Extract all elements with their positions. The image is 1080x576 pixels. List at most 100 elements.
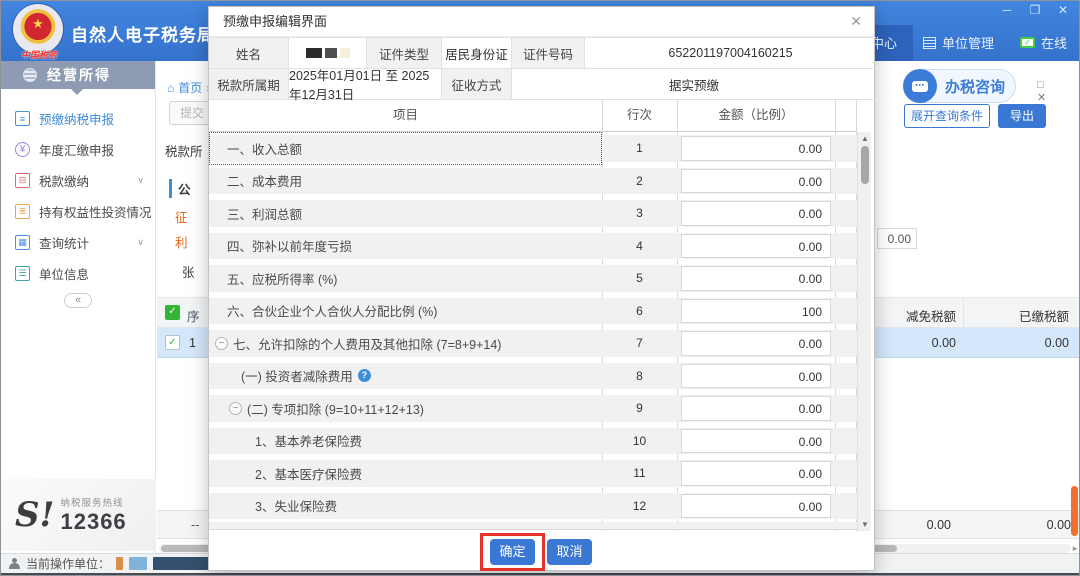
table-row: 五、应税所得率 (%) 5 0.00 xyxy=(209,262,857,295)
amount-input[interactable]: 0.00 xyxy=(681,494,831,519)
redacted-block xyxy=(129,557,147,570)
pane-window-controls[interactable]: □ ✕ xyxy=(1037,79,1080,104)
line-number: 6 xyxy=(602,295,677,328)
cert-no-label: 证件号码 xyxy=(512,38,585,69)
sidebar-menu: ≡ 预缴纳税申报 ¥ 年度汇缴申报 ⊟ 税款缴纳 ∨ ≣ 持有权益性投资情况 ▦… xyxy=(1,103,156,289)
amount-input[interactable]: 0.00 xyxy=(681,266,831,291)
sidebar-item-link[interactable]: ¥ 年度汇缴申报 xyxy=(1,134,156,165)
name-label: 姓名 xyxy=(209,38,289,69)
sidebar-item-link[interactable]: ▦ 查询统计 ∨ xyxy=(1,227,156,258)
scroll-down-icon[interactable]: ▼ xyxy=(858,520,872,529)
row-reduction-value: 0.00 xyxy=(876,336,956,350)
item-label: (二) 专项扣除 (9=10+11+12+13) xyxy=(247,399,424,418)
hotline-number: 12366 xyxy=(60,509,126,535)
period-label: 税款所属期 xyxy=(209,69,289,100)
dialog-form: 姓名 证件类型 居民身份证 证件号码 652201197004160215 税款… xyxy=(209,37,876,99)
hotline-caption: 纳税服务热线 xyxy=(60,495,126,509)
amount-input[interactable]: 0.00 xyxy=(681,169,831,194)
sidebar-section-header: 经营所得 xyxy=(1,61,155,89)
scroll-thumb[interactable] xyxy=(861,146,869,184)
amount-input[interactable]: 0.00 xyxy=(681,429,831,454)
item-cell: 二、成本费用 xyxy=(209,165,602,198)
export-button[interactable]: 导出 xyxy=(998,104,1046,128)
item-label: 六、合伙企业个人合伙人分配比例 (%) xyxy=(227,301,437,320)
table-row: 四、弥补以前年度亏损 4 0.00 xyxy=(209,230,857,263)
amount-input[interactable]: 0.00 xyxy=(681,331,831,356)
partial-row xyxy=(209,522,857,530)
item-label: 二、成本费用 xyxy=(227,171,302,190)
sidebar: 经营所得 ≡ 预缴纳税申报 ¥ 年度汇缴申报 ⊟ 税款缴纳 ∨ ≣ 持有权益性投… xyxy=(1,61,156,553)
dialog-table-header: 项目 行次 金额（比例） xyxy=(209,99,857,132)
reduction-column-header: 减免税额 xyxy=(876,306,956,325)
nav-unit-management[interactable]: 单位管理 xyxy=(923,33,994,52)
tax-consult-button[interactable]: ⋯ 办税咨询 xyxy=(904,69,1016,103)
tax-emblem-logo: ★ xyxy=(13,4,63,54)
item-label: 三、利润总额 xyxy=(227,204,302,223)
dialog-table: 项目 行次 金额（比例） 一、收入总额 1 0.00 二、成本费用 2 0.00 xyxy=(209,99,857,531)
monitor-icon: ⊟ xyxy=(15,173,30,188)
item-cell: − 七、允许扣除的个人费用及其他扣除 (7=8+9+14) xyxy=(209,327,602,360)
collapse-icon[interactable]: − xyxy=(215,337,228,350)
sidebar-item-link[interactable]: ⊟ 税款缴纳 ∨ xyxy=(1,165,156,196)
dialog-title: 预缴申报编辑界面 xyxy=(209,7,874,37)
profit-fragment: 利 xyxy=(175,232,188,251)
line-number: 9 xyxy=(602,392,677,425)
amount-input[interactable]: 0.00 xyxy=(681,136,831,161)
help-icon[interactable]: ? xyxy=(358,369,371,382)
line-number: 8 xyxy=(602,360,677,393)
item-cell: 三、利润总额 xyxy=(209,197,602,230)
item-label: 五、应税所得率 (%) xyxy=(227,269,337,288)
item-cell: 2、基本医疗保险费 xyxy=(209,457,602,490)
amount-input[interactable]: 0.00 xyxy=(681,461,831,486)
item-cell: 3、失业保险费 xyxy=(209,490,602,523)
expand-query-button[interactable]: 展开查询条件 xyxy=(904,104,990,128)
item-cell: (一) 投资者减除费用 ? xyxy=(209,360,602,393)
scroll-up-icon[interactable]: ▲ xyxy=(858,134,872,143)
table-row: − (二) 专项扣除 (9=10+11+12+13) 9 0.00 xyxy=(209,392,857,425)
sidebar-collapse-button[interactable]: « xyxy=(64,293,92,308)
breadcrumb[interactable]: ⌂ 首页 » xyxy=(167,79,213,96)
restore-button[interactable]: ❐ xyxy=(1027,3,1043,17)
dialog-vertical-scrollbar[interactable]: ▲ ▼ xyxy=(857,132,871,531)
stats-icon: ▦ xyxy=(15,235,30,250)
sidebar-item-active[interactable]: ≡ 预缴纳税申报 xyxy=(1,103,156,134)
table-row: 3、失业保险费 12 0.00 xyxy=(209,490,857,523)
amount-input[interactable]: 0.00 xyxy=(681,234,831,259)
line-number: 1 xyxy=(602,132,677,165)
table-row: 三、利润总额 3 0.00 xyxy=(209,197,857,230)
nav-online-status[interactable]: ✓在线 xyxy=(1020,33,1067,52)
select-all-checkbox[interactable]: ✓ xyxy=(165,305,180,320)
levy-method-value: 据实预缴 xyxy=(512,69,876,100)
collapse-icon[interactable]: − xyxy=(229,402,242,415)
hotline-face-icon: S! xyxy=(15,500,54,530)
table-row: − 七、允许扣除的个人费用及其他扣除 (7=8+9+14) 7 0.00 xyxy=(209,327,857,360)
close-button[interactable]: ✕ xyxy=(1055,3,1071,17)
sidebar-item-link[interactable]: ≣ 持有权益性投资情况 xyxy=(1,196,156,227)
tax-period-label-fragment: 税款所 xyxy=(165,141,203,160)
paid-column-header: 已缴税额 xyxy=(989,306,1069,325)
item-label: 2、基本医疗保险费 xyxy=(255,464,362,483)
amount-input[interactable]: 0.00 xyxy=(681,364,831,389)
amount-input[interactable]: 0.00 xyxy=(681,396,831,421)
item-label: (一) 投资者减除费用 xyxy=(241,366,353,385)
user-icon xyxy=(9,558,20,569)
cert-type-value: 居民身份证 xyxy=(442,38,512,69)
table-row: 二、成本费用 2 0.00 xyxy=(209,165,857,198)
cert-no-value: 652201197004160215 xyxy=(585,38,876,69)
row-checkbox[interactable]: ✓ xyxy=(165,335,180,350)
line-number: 5 xyxy=(602,262,677,295)
item-cell: 1、基本养老保险费 xyxy=(209,425,602,458)
dialog-close-icon[interactable]: ✕ xyxy=(850,13,862,30)
vertical-scrollbar-thumb[interactable] xyxy=(1071,486,1078,536)
chat-bubble-icon: ⋯ xyxy=(903,69,937,103)
ok-button[interactable]: 确定 xyxy=(490,539,535,565)
cancel-button[interactable]: 取消 xyxy=(547,539,592,565)
table-row: 1、基本养老保险费 10 0.00 xyxy=(209,425,857,458)
amount-input[interactable]: 0.00 xyxy=(681,201,831,226)
background-amount-input[interactable]: 0.00 xyxy=(877,228,917,249)
row-paid-value: 0.00 xyxy=(989,336,1069,350)
sidebar-item-link[interactable]: ☰ 单位信息 xyxy=(1,258,156,289)
hscroll-arrow-icon[interactable]: ► xyxy=(1071,544,1079,553)
amount-input[interactable]: 100 xyxy=(681,299,831,324)
minimize-button[interactable]: ─ xyxy=(999,3,1015,17)
